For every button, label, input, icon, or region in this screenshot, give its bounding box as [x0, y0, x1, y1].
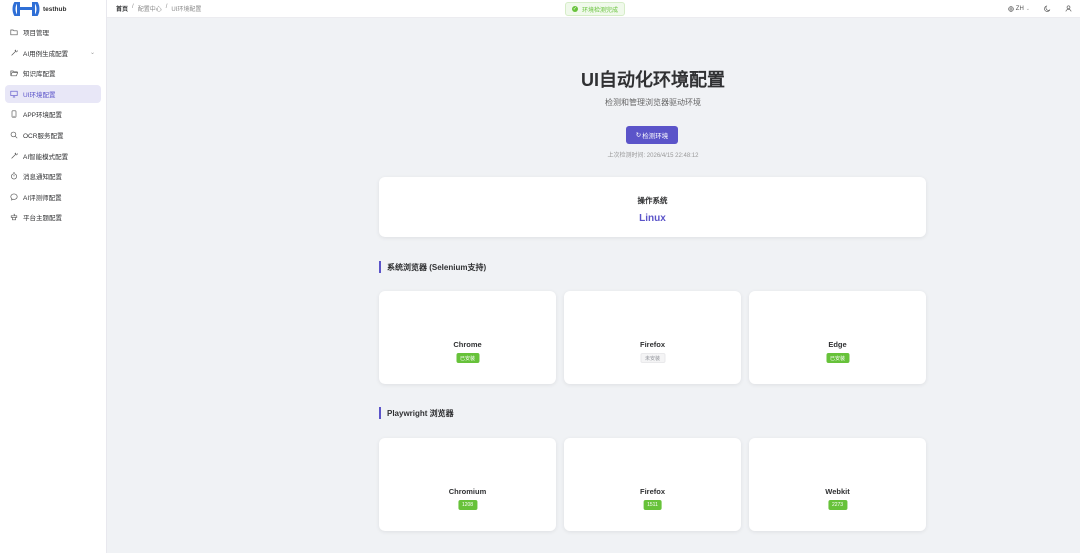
success-toast: ✓ 环境检测完成	[565, 2, 626, 16]
brush-icon	[9, 213, 18, 222]
browser-card-chrome: Chrome 已安装	[379, 291, 556, 384]
toast-message: 环境检测完成	[582, 7, 619, 14]
detect-environment-button[interactable]: ↻ 检测环境	[626, 126, 678, 144]
page-subtitle: 检测和管理浏览器驱动环境	[605, 98, 701, 107]
browser-name: Chromium	[448, 487, 487, 496]
top-header: 首页 / 配置中心 / UI环境配置 ✓ 环境检测完成 ZH ⌄	[107, 0, 1080, 18]
sidebar-item-theme[interactable]: 平台主题配置	[5, 208, 101, 226]
language-label: ZH	[1015, 6, 1024, 12]
sidebar-item-label: 平台主题配置	[23, 215, 62, 223]
magic-wand-icon	[9, 48, 18, 57]
breadcrumb: 首页 / 配置中心 / UI环境配置	[116, 4, 201, 13]
browser-card-pw-firefox: Firefox 1511	[564, 438, 741, 531]
status-badge: 已安装	[455, 353, 480, 363]
monitor-icon	[9, 89, 18, 98]
language-icon	[1008, 6, 1014, 12]
last-check-time: 上次检测时间: 2026/4/15 22:48:12	[607, 153, 699, 159]
browser-name: Firefox	[639, 487, 665, 496]
browser-card-webkit: Webkit 2273	[749, 438, 926, 531]
sidebar-item-label: AI智能模式配置	[23, 153, 69, 161]
sidebar-item-project-management[interactable]: 项目管理	[5, 23, 101, 41]
sidebar-item-ui-env[interactable]: UI环境配置	[5, 84, 101, 103]
chat-icon	[9, 192, 18, 201]
magic-wand-icon	[9, 151, 18, 160]
browser-card-chromium: Chromium 1208	[379, 438, 556, 531]
breadcrumb-home[interactable]: 首页	[116, 4, 128, 13]
timer-icon	[9, 172, 18, 181]
breadcrumb-separator: /	[165, 4, 168, 10]
logo-text: testhub	[43, 5, 67, 13]
breadcrumb-config-center[interactable]: 配置中心	[138, 4, 162, 13]
os-card: 操作系统 Linux	[379, 177, 926, 237]
sidebar-item-label: UI环境配置	[23, 91, 56, 99]
main-content: UI自动化环境配置 检测和管理浏览器驱动环境 ↻ 检测环境 上次检测时间: 20…	[107, 19, 1080, 553]
system-browsers-section-title: 系统浏览器 (Selenium支持)	[379, 261, 486, 273]
os-label: 操作系统	[637, 196, 668, 205]
sidebar-item-ai-smart-mode[interactable]: AI智能模式配置	[5, 147, 101, 165]
sidebar-item-label: AI评测师配置	[23, 194, 62, 202]
check-circle-icon: ✓	[572, 6, 578, 12]
sidebar-item-label: APP环境配置	[23, 112, 63, 120]
sidebar-item-ai-case-gen[interactable]: AI用例生成配置 ⌄	[5, 44, 101, 62]
browser-card-firefox: Firefox 未安装	[564, 291, 741, 384]
sidebar-item-label: 知识库配置	[23, 71, 56, 79]
refresh-icon: ↻	[635, 132, 642, 139]
browser-card-edge: Edge 已安装	[749, 291, 926, 384]
sidebar-item-label: AI用例生成配置	[23, 50, 69, 58]
folder-open-icon	[9, 69, 18, 78]
browser-name: Firefox	[639, 340, 665, 349]
os-value: Linux	[639, 213, 666, 224]
page-title: UI自动化环境配置	[581, 70, 725, 90]
sidebar-item-app-env[interactable]: APP环境配置	[5, 105, 101, 123]
sidebar: testhub 项目管理 AI用例生成配置 ⌄ 知识库配置 UI环境配置 APP…	[0, 0, 107, 553]
chevron-down-icon: ⌄	[1025, 6, 1030, 12]
status-badge: 已安装	[825, 353, 850, 363]
language-switcher[interactable]: ZH ⌄	[1008, 6, 1030, 12]
breadcrumb-current: UI环境配置	[171, 7, 202, 13]
logo-icon	[10, 2, 40, 16]
sidebar-item-knowledge-base[interactable]: 知识库配置	[5, 64, 101, 82]
version-badge: 2273	[827, 500, 848, 510]
version-badge: 1511	[643, 500, 662, 510]
status-badge: 未安装	[639, 353, 666, 363]
sidebar-item-label: OCR服务配置	[23, 132, 64, 140]
version-badge: 1208	[457, 500, 478, 510]
detect-button-label: 检测环境	[642, 133, 669, 140]
user-icon[interactable]	[1065, 5, 1072, 14]
browser-name: Chrome	[453, 340, 482, 349]
sidebar-menu: 项目管理 AI用例生成配置 ⌄ 知识库配置 UI环境配置 APP环境配置 OCR…	[0, 23, 106, 226]
logo[interactable]: testhub	[0, 0, 106, 18]
breadcrumb-separator: /	[132, 4, 134, 10]
chevron-down-icon: ⌄	[89, 50, 95, 57]
search-icon	[9, 130, 18, 139]
header-actions: ZH ⌄	[1008, 0, 1072, 18]
sidebar-item-ocr-service[interactable]: OCR服务配置	[5, 126, 101, 144]
phone-icon	[9, 110, 18, 119]
browser-name: Edge	[828, 340, 847, 349]
sidebar-item-ai-evaluator[interactable]: AI评测师配置	[5, 188, 101, 206]
moon-icon[interactable]	[1044, 4, 1051, 14]
sidebar-item-notification[interactable]: 消息通知配置	[5, 167, 101, 185]
sidebar-item-label: 项目管理	[23, 30, 49, 37]
playwright-browsers-section-title: Playwright 浏览器	[379, 407, 454, 419]
folder-icon	[9, 28, 18, 37]
browser-name: Webkit	[825, 487, 850, 496]
sidebar-item-label: 消息通知配置	[23, 174, 62, 182]
